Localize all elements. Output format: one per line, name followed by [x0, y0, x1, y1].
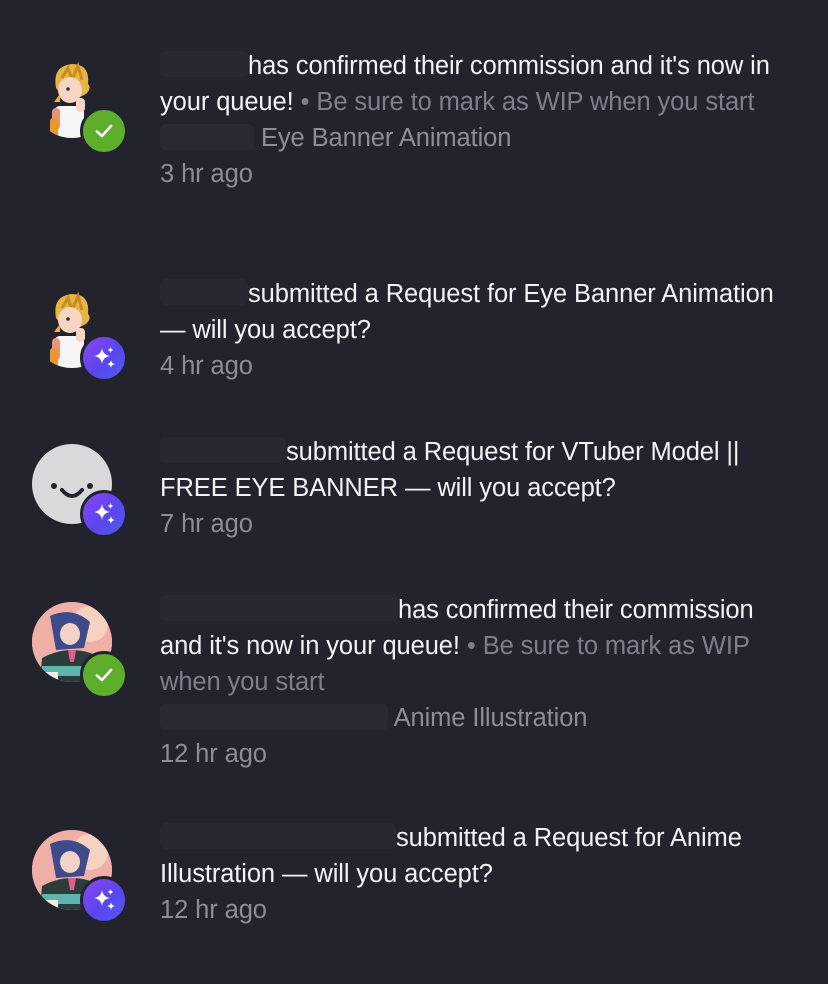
service-line: Anime Illustration [160, 700, 800, 736]
separator: • [466, 632, 476, 660]
sparkle-icon [80, 876, 128, 924]
timestamp: 3 hr ago [160, 160, 253, 188]
timestamp: 7 hr ago [160, 510, 253, 538]
avatar[interactable] [32, 288, 132, 388]
redacted-username[interactable] [160, 279, 248, 305]
avatar[interactable] [32, 602, 132, 702]
redacted-username[interactable] [160, 823, 396, 849]
separator: • [300, 88, 310, 116]
redacted-username[interactable] [160, 51, 248, 77]
sparkle-icon [80, 490, 128, 538]
service-line: Eye Banner Animation [160, 120, 800, 156]
redacted-username[interactable] [160, 437, 286, 463]
check-icon [80, 651, 128, 699]
notification-hint: Be sure to mark as WIP when you start [316, 88, 755, 116]
service-name[interactable]: Eye Banner Animation [261, 124, 511, 152]
redacted-service-owner [160, 124, 254, 150]
timestamp: 12 hr ago [160, 896, 267, 924]
avatar[interactable] [32, 58, 132, 158]
check-icon [80, 107, 128, 155]
timestamp: 4 hr ago [160, 352, 253, 380]
avatar[interactable] [32, 444, 132, 544]
avatar[interactable] [32, 830, 132, 930]
notification-message: submitted a Request for Eye Banner Anima… [160, 280, 774, 344]
service-name[interactable]: Anime Illustration [394, 704, 588, 732]
redacted-username[interactable] [160, 595, 398, 621]
timestamp: 12 hr ago [160, 740, 267, 768]
redacted-service-owner [160, 704, 388, 730]
sparkle-icon [80, 334, 128, 382]
